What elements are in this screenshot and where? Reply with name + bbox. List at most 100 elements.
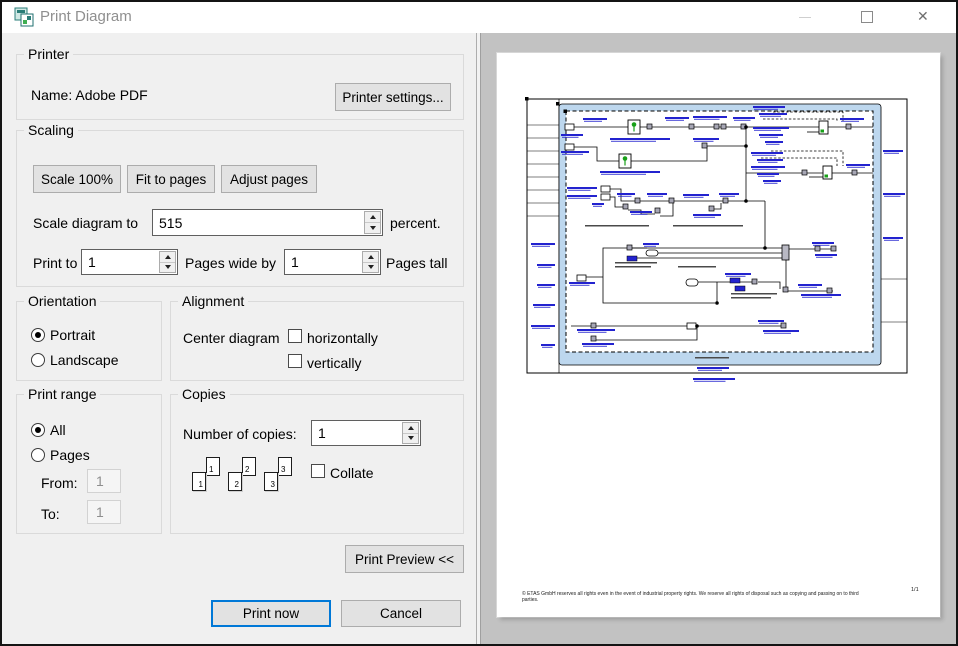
portrait-radio[interactable]: [31, 328, 45, 342]
to-label: To:: [41, 506, 60, 522]
page-sheet: 1: [192, 472, 206, 491]
number-of-copies-input[interactable]: 1: [311, 420, 421, 446]
spinner-down-button[interactable]: [160, 263, 175, 273]
scale-percent-spinner: [364, 211, 381, 234]
down-arrow-icon: [370, 226, 376, 230]
collate-pages-group: 2 2: [227, 455, 257, 493]
orientation-legend: Orientation: [24, 293, 100, 309]
number-of-copies-label: Number of copies:: [183, 426, 297, 442]
spinner-down-button[interactable]: [363, 263, 378, 273]
down-arrow-icon: [165, 265, 171, 269]
copies-legend: Copies: [178, 386, 230, 402]
pages-tall-spinner: [362, 251, 379, 273]
landscape-radio[interactable]: [31, 353, 45, 367]
copies-group: Copies Number of copies: 1 1 1 2 2: [170, 394, 464, 534]
pages-wide-value: 1: [82, 254, 159, 270]
print-diagram-dialog: Print Diagram ✕ Printer Name: Adobe PDF …: [0, 0, 958, 646]
landscape-label: Landscape: [50, 352, 119, 368]
copies-spinner: [402, 422, 419, 444]
block-diagram-preview: [497, 53, 940, 617]
app-icon: [14, 7, 34, 27]
pages-label: Pages: [50, 447, 90, 463]
collate-label: Collate: [330, 465, 374, 481]
close-button[interactable]: ✕: [908, 2, 942, 33]
horizontally-checkbox[interactable]: [288, 329, 302, 343]
adjust-pages-button[interactable]: Adjust pages: [221, 165, 317, 193]
scale-100-button[interactable]: Scale 100%: [33, 165, 121, 193]
down-arrow-icon: [368, 265, 374, 269]
pages-wide-input[interactable]: 1: [81, 249, 178, 275]
print-preview-pane: © ETAS GmbH reserves all rights even in …: [481, 33, 956, 644]
printer-settings-button[interactable]: Printer settings...: [335, 83, 451, 111]
to-input[interactable]: 1: [87, 500, 121, 524]
collate-pages-group: 3 3: [263, 455, 293, 493]
page-footer-text: © ETAS GmbH reserves all rights even in …: [522, 591, 910, 603]
alignment-group: Alignment Center diagram horizontally ve…: [170, 301, 464, 381]
print-now-button[interactable]: Print now: [211, 600, 331, 627]
spinner-up-button[interactable]: [363, 252, 378, 263]
spinner-up-button[interactable]: [403, 423, 418, 434]
from-label: From:: [41, 475, 78, 491]
scale-diagram-label: Scale diagram to: [33, 215, 138, 231]
from-input[interactable]: 1: [87, 469, 121, 493]
printer-name-label: Name: Adobe PDF: [31, 87, 148, 103]
minimize-button[interactable]: [788, 2, 822, 33]
print-range-group: Print range All Pages From: 1 To: 1: [16, 394, 162, 534]
pages-radio[interactable]: [31, 448, 45, 462]
orientation-group: Orientation Portrait Landscape: [16, 301, 162, 381]
cancel-button[interactable]: Cancel: [341, 600, 461, 627]
collate-icon: 1 1 2 2 3 3: [191, 455, 301, 495]
printer-legend: Printer: [24, 46, 73, 62]
pages-wide-spinner: [159, 251, 176, 273]
scale-percent-value: 515: [153, 215, 364, 231]
printer-group: Printer Name: Adobe PDF Printer settings…: [16, 54, 464, 120]
maximize-icon: [861, 11, 873, 23]
page-sheet: 2: [228, 472, 242, 491]
preview-page: © ETAS GmbH reserves all rights even in …: [497, 53, 940, 617]
print-preview-button[interactable]: Print Preview <<: [345, 545, 464, 573]
spinner-down-button[interactable]: [365, 223, 380, 233]
up-arrow-icon: [408, 426, 414, 430]
all-label: All: [50, 422, 66, 438]
pages-tall-value: 1: [285, 254, 362, 270]
scaling-group: Scaling Scale 100% Fit to pages Adjust p…: [16, 130, 464, 287]
collate-pages-group: 1 1: [191, 455, 221, 493]
title-bar: Print Diagram ✕: [2, 2, 956, 33]
pages-tall-label: Pages tall: [386, 255, 447, 271]
spinner-up-button[interactable]: [160, 252, 175, 263]
print-to-label: Print to: [33, 255, 77, 271]
window-title: Print Diagram: [40, 8, 132, 25]
collate-checkbox[interactable]: [311, 464, 325, 478]
page-sheet: 3: [278, 457, 292, 476]
number-of-copies-value: 1: [312, 425, 402, 441]
to-value: 1: [96, 504, 104, 520]
minimize-icon: [799, 17, 811, 18]
portrait-label: Portrait: [50, 327, 95, 343]
all-radio[interactable]: [31, 423, 45, 437]
scale-percent-input[interactable]: 515: [152, 209, 383, 236]
horizontally-label: horizontally: [307, 330, 378, 346]
from-value: 1: [96, 473, 104, 489]
up-arrow-icon: [370, 215, 376, 219]
up-arrow-icon: [368, 255, 374, 259]
scaling-legend: Scaling: [24, 122, 78, 138]
pages-tall-input[interactable]: 1: [284, 249, 381, 275]
page-sheet: 3: [264, 472, 278, 491]
alignment-legend: Alignment: [178, 293, 248, 309]
center-diagram-label: Center diagram: [183, 330, 280, 346]
vertically-checkbox[interactable]: [288, 354, 302, 368]
fit-to-pages-button[interactable]: Fit to pages: [127, 165, 215, 193]
page-sheet: 2: [242, 457, 256, 476]
percent-label: percent.: [390, 215, 441, 231]
maximize-button[interactable]: [850, 2, 884, 33]
spinner-down-button[interactable]: [403, 434, 418, 444]
vertically-label: vertically: [307, 355, 361, 371]
page-sheet: 1: [206, 457, 220, 476]
print-range-legend: Print range: [24, 386, 100, 402]
pages-wide-label: Pages wide by: [185, 255, 276, 271]
up-arrow-icon: [165, 255, 171, 259]
down-arrow-icon: [408, 436, 414, 440]
settings-panel: Printer Name: Adobe PDF Printer settings…: [2, 33, 476, 644]
close-icon: ✕: [917, 8, 929, 25]
spinner-up-button[interactable]: [365, 212, 380, 223]
